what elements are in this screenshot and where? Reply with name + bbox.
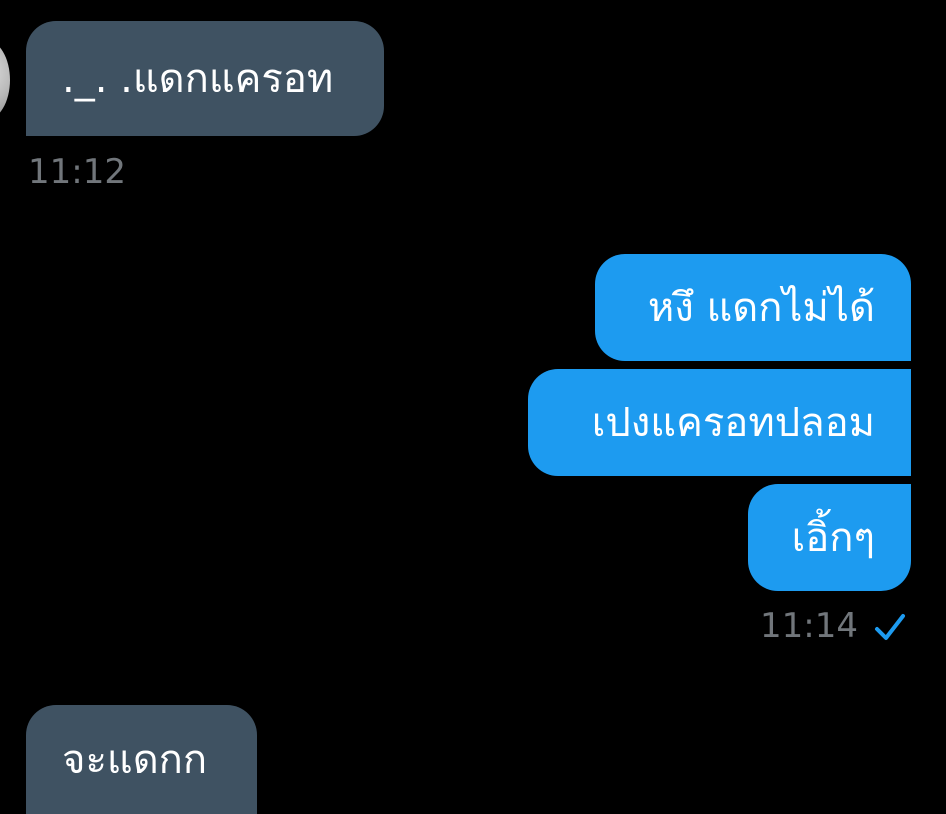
message-bubble-outgoing[interactable]: เปงแครอทปลอม — [528, 369, 911, 476]
message-timestamp: 11:14 — [760, 606, 858, 646]
message-bubble-outgoing[interactable]: เอิ้กๆ — [748, 484, 911, 591]
message-text: หงึ แดกไม่ได้ — [647, 284, 875, 331]
message-text: เปงแครอทปลอม — [591, 399, 875, 446]
message-bubble-outgoing[interactable]: หงึ แดกไม่ได้ — [595, 254, 911, 361]
message-text: เอิ้กๆ — [791, 514, 875, 561]
message-bubble-incoming[interactable]: จะแดกก — [26, 705, 257, 814]
message-text: ._. .แดกแครอท — [62, 55, 334, 102]
message-text: จะแดกก — [62, 736, 208, 783]
conversation-view: ._. .แดกแครอท 11:12 หงึ แดกไม่ได้ เปงแคร… — [0, 0, 946, 814]
message-bubble-incoming[interactable]: ._. .แดกแครอท — [26, 21, 384, 136]
message-timestamp: 11:12 — [28, 152, 126, 192]
sent-checkmark-icon — [875, 614, 905, 640]
sender-avatar[interactable] — [0, 40, 10, 120]
